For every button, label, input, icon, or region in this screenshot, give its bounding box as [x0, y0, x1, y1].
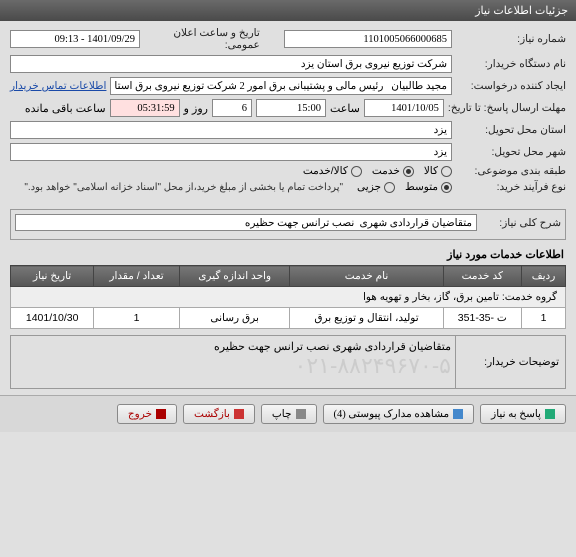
back-icon [234, 409, 244, 419]
back-button[interactable]: بازگشت [183, 404, 255, 424]
table-row[interactable]: 1 ت -35-351 تولید، انتقال و توزیع برق بر… [11, 308, 566, 329]
desc-title-label: شرح کلی نیاز: [481, 217, 561, 229]
cell-row: 1 [522, 308, 566, 329]
group-label: گروه خدمت: [502, 291, 557, 303]
province-input[interactable] [10, 121, 452, 139]
col-unit: واحد اندازه گیری [179, 266, 290, 287]
col-code: کد خدمت [443, 266, 521, 287]
services-title: اطلاعات خدمات مورد نیاز [12, 248, 564, 261]
radio-jozi[interactable]: جزیی [357, 181, 395, 193]
announce-input[interactable] [10, 30, 140, 48]
buyer-notes-box: توضیحات خریدار: متقاضیان قراردادی شهری ن… [10, 335, 566, 389]
buyer-input[interactable] [10, 55, 452, 73]
desc-title-input[interactable] [15, 214, 477, 231]
print-icon [296, 409, 306, 419]
remain-label: ساعت باقی مانده [25, 102, 106, 115]
city-label: شهر محل تحویل: [456, 146, 566, 158]
deadline-time-input[interactable] [256, 99, 326, 117]
services-table: ردیف کد خدمت نام خدمت واحد اندازه گیری ت… [10, 265, 566, 329]
announce-label: تاریخ و ساعت اعلان عمومی: [144, 27, 260, 51]
watermark: ۰۲۱-۸۸۲۴۹۶۷۰-۵ [15, 353, 451, 379]
creator-input[interactable] [110, 77, 452, 95]
need-no-input[interactable] [284, 30, 452, 48]
process-label: نوع فرآیند خرید: [456, 181, 566, 193]
radio-khadmat[interactable]: خدمت [372, 165, 414, 177]
exit-icon [156, 409, 166, 419]
remain-time-input [110, 99, 180, 117]
print-button[interactable]: چاپ [261, 404, 317, 424]
buyer-label: نام دستگاه خریدار: [456, 58, 566, 70]
reply-icon [545, 409, 555, 419]
creator-label: ایجاد کننده درخواست: [456, 80, 566, 92]
cell-unit: برق رسانی [179, 308, 290, 329]
exit-button[interactable]: خروج [117, 404, 177, 424]
days-input[interactable] [212, 99, 252, 117]
buyer-notes-content: متقاضیان قراردادی شهری نصب ترانس جهت حظی… [11, 336, 455, 388]
button-bar: پاسخ به نیاز مشاهده مدارک پیوستی (4) چاپ… [0, 395, 576, 432]
cell-qty: 1 [94, 308, 180, 329]
province-label: استان محل تحویل: [456, 124, 566, 136]
group-row: گروه خدمت: تامین برق، گاز، بخار و تهویه … [11, 287, 566, 308]
group-value: تامین برق، گاز، بخار و تهویه هوا [363, 291, 499, 303]
subject-type-radios: کالا خدمت کالا/خدمت [303, 165, 452, 177]
subject-type-label: طبقه بندی موضوعی: [456, 165, 566, 177]
col-row: ردیف [522, 266, 566, 287]
reply-button[interactable]: پاسخ به نیاز [480, 404, 566, 424]
cell-name: تولید، انتقال و توزیع برق [290, 308, 443, 329]
deadline-label: مهلت ارسال پاسخ: تا تاریخ: [448, 102, 566, 114]
form-area: شماره نیاز: تاریخ و ساعت اعلان عمومی: نا… [0, 21, 576, 203]
col-qty: تعداد / مقدار [94, 266, 180, 287]
attachment-icon [453, 409, 463, 419]
buyer-notes-text: متقاضیان قراردادی شهری نصب ترانس جهت حظی… [15, 340, 451, 353]
day-label: روز و [184, 102, 208, 115]
radio-kala[interactable]: کالا [424, 165, 452, 177]
time-label: ساعت [330, 102, 360, 115]
contact-link[interactable]: اطلاعات تماس خریدار [10, 80, 106, 92]
desc-section: شرح کلی نیاز: [10, 209, 566, 240]
need-no-label: شماره نیاز: [456, 33, 566, 45]
radio-kala-khadmat[interactable]: کالا/خدمت [303, 165, 362, 177]
col-name: نام خدمت [290, 266, 443, 287]
cell-code: ت -35-351 [443, 308, 521, 329]
radio-motevaset[interactable]: متوسط [405, 181, 452, 193]
col-date: تاریخ نیاز [11, 266, 94, 287]
process-radios: متوسط جزیی [357, 181, 452, 193]
buyer-notes-label: توضیحات خریدار: [455, 336, 565, 388]
window-title: جزئیات اطلاعات نیاز [0, 0, 576, 21]
attachments-button[interactable]: مشاهده مدارک پیوستی (4) [323, 404, 475, 424]
process-note: "پرداخت تمام یا بخشی از مبلغ خرید،از محل… [24, 182, 343, 193]
deadline-date-input[interactable] [364, 99, 444, 117]
cell-date: 1401/10/30 [11, 308, 94, 329]
city-input[interactable] [10, 143, 452, 161]
